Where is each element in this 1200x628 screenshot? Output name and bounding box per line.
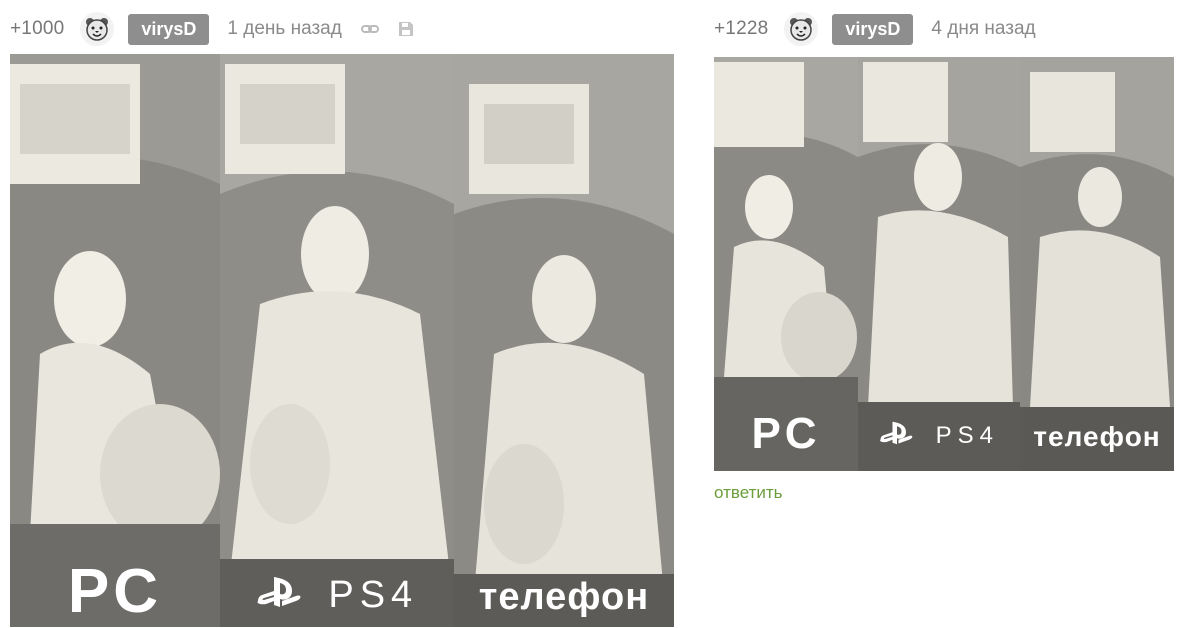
panel-label: PC <box>67 557 163 626</box>
panel-label-ps4: PS4 <box>220 574 454 619</box>
image-panel-pc: PC <box>714 57 858 471</box>
panel-label: PS4 <box>935 421 1000 449</box>
statue-photo <box>454 54 674 627</box>
panel-label-ps4: PS4 <box>858 420 1020 453</box>
comment-image[interactable]: PC PS4 телефон <box>10 54 674 627</box>
author-badge[interactable]: virysD <box>832 13 914 45</box>
playstation-icon <box>879 420 915 453</box>
comment-header: +1228 virysD 4 дня назад <box>714 12 1054 46</box>
panel-label: телефон <box>1033 421 1161 452</box>
bear-avatar-icon <box>86 18 109 41</box>
panel-label: PC <box>751 409 821 458</box>
comment-header: +1000 virysD 1 день назад <box>10 12 432 46</box>
reply-link[interactable]: ответить <box>714 483 783 503</box>
statue-photo <box>858 57 1020 471</box>
playstation-icon <box>256 575 304 619</box>
image-panel-phone: телефон <box>1020 57 1174 471</box>
avatar[interactable] <box>80 12 115 46</box>
image-panel-ps4: PS4 <box>858 57 1020 471</box>
panel-label: телефон <box>478 576 650 618</box>
statue-photo <box>1020 57 1174 471</box>
comment-rating: +1228 <box>714 18 769 39</box>
comment-time[interactable]: 1 день назад <box>227 18 341 40</box>
save-icon[interactable] <box>396 19 416 39</box>
statue-photo <box>220 54 454 627</box>
bear-avatar-icon <box>790 18 813 41</box>
image-panel-ps4: PS4 <box>220 54 454 627</box>
image-panel-pc: PC <box>10 54 220 627</box>
statue-photo <box>10 54 220 627</box>
link-icon[interactable] <box>360 19 380 39</box>
comment-rating: +1000 <box>10 18 65 39</box>
comment-time[interactable]: 4 дня назад <box>931 18 1035 40</box>
panel-label: PS4 <box>328 574 419 617</box>
author-badge[interactable]: virysD <box>128 13 210 45</box>
comment-image[interactable]: PC PS4 телефон <box>714 57 1174 471</box>
avatar[interactable] <box>784 12 819 46</box>
image-panel-phone: телефон <box>454 54 674 627</box>
